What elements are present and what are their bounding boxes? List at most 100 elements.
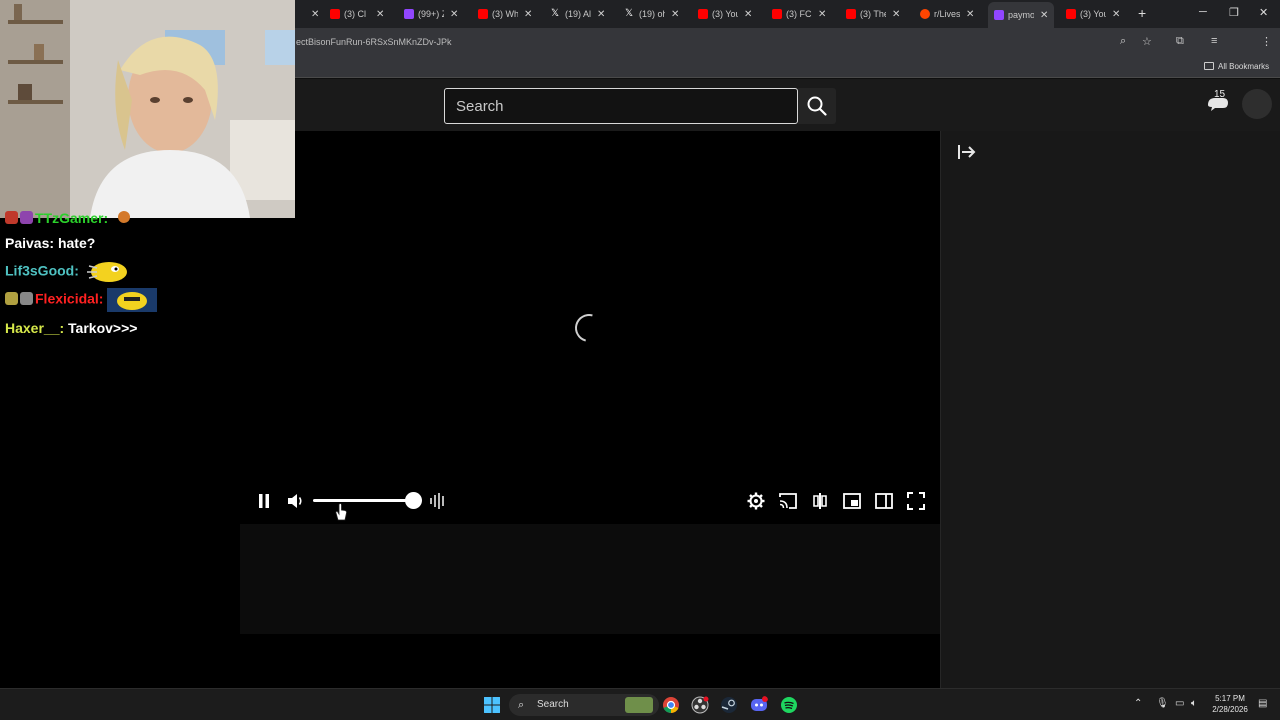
stream-info-area [240,524,940,634]
zoom-icon[interactable]: ⌕ [1120,35,1126,48]
discord-icon[interactable] [750,696,768,714]
close-icon[interactable]: ✕ [597,9,605,20]
url-text[interactable]: ectBisonFunRun-6RSxSnMKnZDv-JPk [296,37,452,47]
tab-6[interactable]: (3) You ✕ [698,4,752,24]
tab-active[interactable]: paymo ✕ [988,2,1055,28]
steam-icon[interactable] [720,696,738,714]
emote-icon [118,211,131,223]
tab-0[interactable]: ✕ [305,4,319,24]
chevron-up-icon[interactable]: ⌃ [1134,698,1142,709]
chat-message: TTzGamer: [5,210,131,226]
all-bookmarks-button[interactable]: All Bookmarks [1204,62,1269,71]
search-input[interactable] [445,89,797,123]
tab-label: (3) Cl [344,9,366,19]
chat-username: Flexicidal: [35,290,104,307]
close-window-icon[interactable]: ✕ [1259,6,1268,19]
picture-in-picture-button[interactable] [841,490,863,512]
cast-button[interactable] [777,490,799,512]
tab-10[interactable]: (3) You ✕ [1066,4,1120,24]
youtube-icon [846,9,856,19]
loading-spinner-icon [569,308,609,348]
search-highlight-icon [625,697,653,713]
audio-levels-button[interactable] [427,490,449,512]
media-icon[interactable]: ≡ [1211,35,1217,47]
close-icon[interactable]: ✕ [892,9,900,20]
close-icon[interactable]: ✕ [818,9,826,20]
microphone-icon[interactable]: 🎙︎ [1156,698,1169,709]
close-icon[interactable]: ✕ [1040,10,1048,21]
chat-username: Lif3sGood: [5,262,79,279]
volume-slider-handle[interactable] [405,492,422,509]
tab-label: r/Lives [934,9,960,19]
obs-icon[interactable] [691,696,709,714]
video-player[interactable] [240,131,940,524]
tab-3[interactable]: (3) Wh ✕ [478,4,532,24]
pip-icon [843,493,861,509]
search-icon: ⌕ [518,699,525,711]
chat-message: Lif3sGood: [5,260,133,284]
tab-4[interactable]: 𝕏 (19) Al ✕ [551,4,605,24]
close-icon[interactable]: ✕ [744,9,752,20]
tab-7[interactable]: (3) FC ✕ [772,4,826,24]
bookmarks-label: All Bookmarks [1218,62,1270,71]
pause-button[interactable] [253,490,275,512]
taskbar-search[interactable]: ⌕ Search [509,694,659,716]
fullscreen-icon [907,492,925,510]
clip-button[interactable] [809,490,831,512]
youtube-icon [330,9,340,19]
search-button[interactable] [798,88,836,124]
mouse-pointer-hand-icon [335,503,347,521]
close-icon[interactable]: ✕ [966,9,974,20]
restore-icon[interactable]: ❐ [1229,6,1239,19]
audio-wave-icon [430,493,444,509]
minimize-icon[interactable]: ─ [1199,6,1207,18]
pause-icon [259,494,269,508]
close-icon[interactable]: ✕ [450,9,458,20]
close-icon[interactable]: ✕ [524,9,532,20]
mute-button[interactable] [285,490,307,512]
system-clock[interactable]: 5:17 PM 2/28/2026 [1208,693,1252,715]
bookmark-star-icon[interactable]: ☆ [1142,35,1152,48]
chat-username: Haxer__: [5,320,65,336]
chat-message: Paivas: hate? [5,235,95,251]
webcam-overlay [0,0,295,218]
tab-label: (3) You [1080,9,1106,19]
chrome-icon[interactable] [662,696,680,714]
reddit-icon [920,9,930,19]
tab-label: (3) FC [786,9,812,19]
fullscreen-button[interactable] [905,490,927,512]
new-tab-button[interactable]: + [1138,5,1146,21]
collapse-panel-icon[interactable] [957,143,977,161]
settings-button[interactable] [745,490,767,512]
tab-label: (19) oh [639,9,665,19]
folder-icon [1204,62,1214,70]
gear-icon [747,492,765,510]
close-icon[interactable]: ✕ [671,9,679,20]
chat-message: Haxer__: Tarkov>>> [5,320,137,336]
search-field[interactable] [444,88,798,124]
notifications-icon[interactable]: ▤ [1258,698,1267,709]
chat-message: Flexicidal: [5,288,158,312]
clock-time: 5:17 PM [1215,694,1245,703]
menu-icon[interactable]: ⋮ [1261,35,1272,48]
tab-8[interactable]: (3) The ✕ [846,4,900,24]
user-avatar[interactable] [1242,89,1272,119]
tab-9[interactable]: r/Lives ✕ [920,4,974,24]
spotify-icon[interactable] [780,696,798,714]
tab-1[interactable]: (3) Cl ✕ [330,4,384,24]
network-icon[interactable]: ▭ [1175,698,1184,709]
tab-label: (3) The [860,9,886,19]
close-icon[interactable]: ✕ [311,9,319,20]
tab-2[interactable]: (99+) Z ✕ [404,4,458,24]
close-icon[interactable]: ✕ [376,9,384,20]
tab-5[interactable]: 𝕏 (19) oh ✕ [625,4,679,24]
close-icon[interactable]: ✕ [1112,9,1120,20]
volume-icon [288,494,302,508]
extensions-icon[interactable]: ⧉ [1176,35,1184,48]
bits-badge-icon [20,211,33,224]
speaker-icon[interactable]: 🔈︎ [1191,698,1197,709]
volume-slider-track[interactable] [313,499,415,502]
windows-start-icon[interactable] [483,696,501,714]
theatre-mode-button[interactable] [873,490,895,512]
page-footer-area [240,634,940,688]
